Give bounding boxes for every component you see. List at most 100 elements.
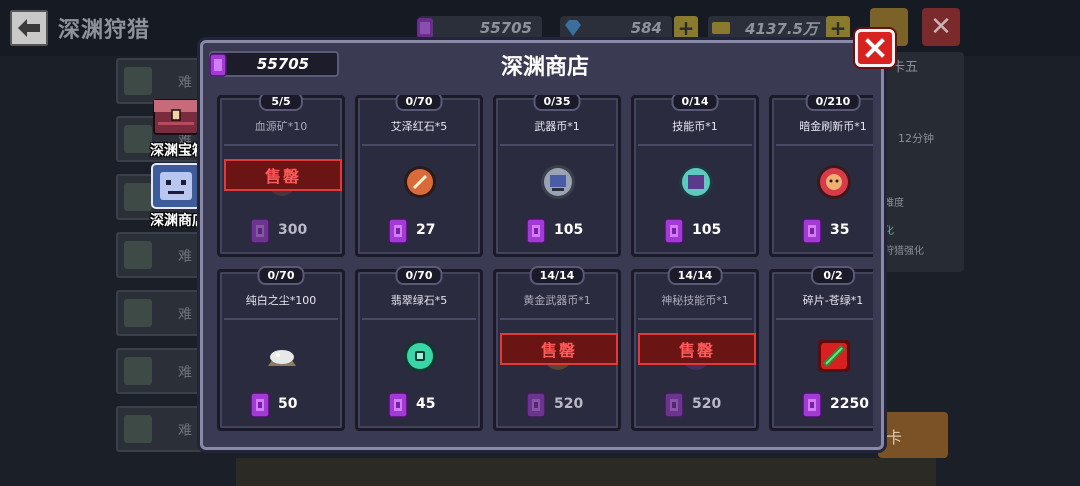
item-price: 105 [692,222,722,238]
price-gem [248,392,272,422]
shard-green-icon [818,340,850,372]
price-row: 45 [358,392,480,418]
item-name: 碎片-苍绿*1 [802,294,864,307]
purchase-count: 0/70 [395,95,443,111]
price-row: 520 [634,392,756,418]
gem-icon [526,218,546,244]
difficulty-label: 难 [178,423,192,439]
green-stone-icon [404,340,436,372]
start-button[interactable]: 卡 [878,412,948,458]
screen-close-button[interactable]: ✕ [922,8,960,46]
gem-icon [664,218,684,244]
shop-item-card[interactable]: 0/70 艾泽红石*5 27 [355,95,483,257]
stage-info-panel: 卡五 12分钟 难度 化 狩猎强化 [880,52,964,272]
back-button[interactable] [10,10,48,46]
plus-icon: + [677,16,695,40]
price-gem [248,218,272,248]
difficulty-label: 难 [178,249,192,265]
item-name: 血源矿*10 [254,120,308,133]
close-x-icon [865,38,885,58]
abyss-shop-dialog: 55705 深渊商店 5/5 血源矿*10 售罄 300 0/70 艾泽红石*5 27 0/3… [200,29,895,450]
difficulty-label: 难 [178,365,192,381]
price-gem [662,392,686,422]
purchase-count: 5/5 [259,95,303,111]
add-diamond-button[interactable]: + [674,16,698,40]
price-gem [800,392,824,422]
price-row: 50 [220,392,342,418]
price-gem [524,392,548,422]
purchase-count: 14/14 [667,266,723,285]
price-gem [386,392,410,422]
stage-info-line: 狩猎强化 [884,246,924,257]
shop-item-card[interactable]: 0/35 武器币*1 105 [493,95,621,257]
skill-coin-icon [679,165,713,199]
item-price: 50 [278,396,298,412]
item-price: 35 [830,222,850,238]
item-name: 黄金武器币*1 [523,294,591,307]
coin-counter-value: 4137.5万 [745,19,818,38]
coin-icon [712,22,730,34]
shop-item-grid: 5/5 血源矿*10 售罄 300 0/70 艾泽红石*5 27 0/35 武器币*1 105 0/… [217,95,873,439]
shop-item-card: 14/14 黄金武器币*1 售罄 520 [493,266,621,431]
item-name: 翡翠绿石*5 [390,294,448,307]
price-row: 300 [220,218,342,244]
shop-merchant-icon [151,163,201,209]
shop-item-card[interactable]: 0/210 暗金刷新币*1 35 [769,95,873,257]
stage-tag: 卡五 [892,60,919,75]
stage-info-line: 化 [884,226,894,237]
treasure-chest-icon [153,99,199,135]
item-price: 27 [416,222,436,238]
gem-counter: 55705 [418,16,542,40]
gem-icon [526,392,546,418]
price-row: 35 [772,218,873,244]
purchase-count: 14/14 [529,266,585,285]
gem-icon [417,18,433,38]
price-row: 520 [496,392,618,418]
close-x-icon: ✕ [930,12,952,42]
shop-item-card[interactable]: 0/70 纯白之尘*100 50 [217,266,345,431]
item-name: 暗金刷新币*1 [799,120,867,133]
item-name: 武器币*1 [534,120,580,133]
plus-icon: + [829,16,847,40]
shop-item-card[interactable]: 0/70 翡翠绿石*5 45 [355,266,483,431]
sold-out-badge: 售罄 [500,333,618,365]
item-price: 520 [554,396,584,412]
purchase-count: 0/14 [671,95,719,111]
shop-item-card[interactable]: 0/14 技能币*1 105 [631,95,759,257]
red-stone-icon [404,166,436,198]
gem-icon [388,218,408,244]
close-button[interactable] [855,29,895,67]
gem-counter-value: 55705 [479,19,532,37]
price-gem [386,218,410,248]
purchase-count: 0/35 [533,95,581,111]
item-name: 纯白之尘*100 [245,294,317,307]
gem-icon [250,392,270,418]
price-row: 105 [634,218,756,244]
skull-icon [124,241,152,269]
refresh-coin-icon [817,165,851,199]
dialog-title: 深渊商店 [500,55,589,80]
item-price: 520 [692,396,722,412]
stage-time: 12分钟 [898,132,934,145]
gem-icon [388,392,408,418]
gem-icon [250,218,270,244]
add-coin-button[interactable]: + [826,16,850,40]
bottom-strip [236,458,936,486]
difficulty-label: 难 [178,307,192,323]
stage-info-line: 难度 [884,198,904,209]
sold-out-badge: 售罄 [638,333,756,365]
shop-item-card: 5/5 血源矿*10 售罄 300 [217,95,345,257]
shop-item-card[interactable]: 0/2 碎片-苍绿*1 2250 [769,266,873,431]
item-name: 技能币*1 [672,120,718,133]
price-row: 27 [358,218,480,244]
item-price: 105 [554,222,584,238]
diamond-counter-value: 584 [630,19,662,37]
gem-icon [802,218,822,244]
purchase-count: 0/210 [805,95,861,111]
skull-icon [124,415,152,443]
arrow-left-icon [18,19,40,37]
shop-item-card: 14/14 神秘技能币*1 售罄 520 [631,266,759,431]
item-price: 300 [278,222,308,238]
start-button-label: 卡 [886,428,903,447]
price-gem [662,218,686,248]
